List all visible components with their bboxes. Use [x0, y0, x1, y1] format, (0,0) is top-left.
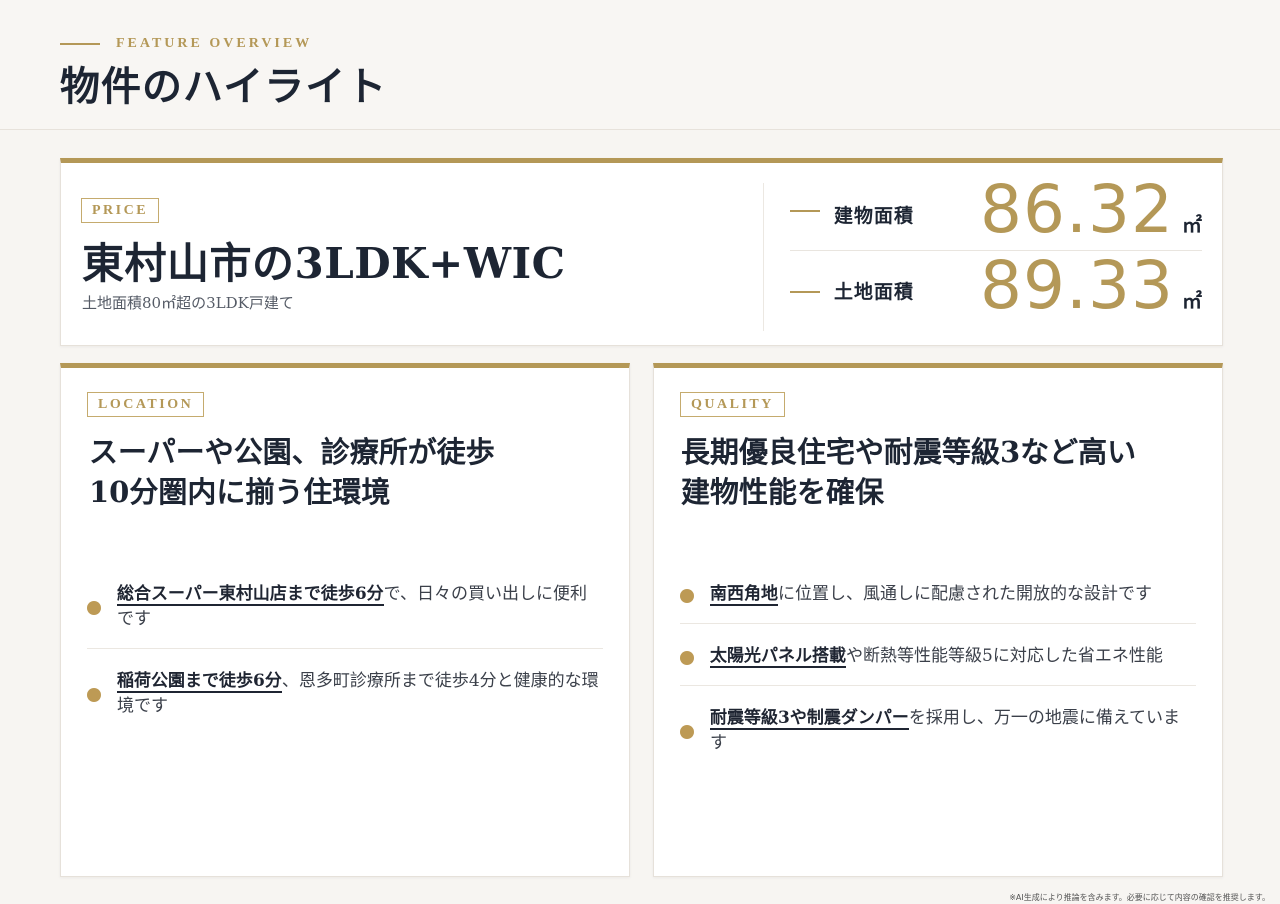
quality-card: QUALITY 長期優良住宅や耐震等級3など高い 建物性能を確保 南西角地に位置…: [653, 363, 1223, 877]
disclaimer-footnote: ※AI生成により推論を含みます。必要に応じて内容の確認を推奨します。: [1009, 893, 1270, 902]
building-area-value: 86.32: [980, 171, 1174, 248]
quality-title-line2: 建物性能を確保: [681, 475, 885, 509]
section-eyebrow: FEATURE OVERVIEW: [60, 36, 312, 52]
location-points: 総合スーパー東村山店まで徒歩6分で、日々の買い出しに便利です 稲荷公園まで徒歩6…: [87, 574, 603, 747]
price-tag: PRICE: [81, 198, 160, 223]
point-rest: や断熱等性能等級5に対応した省エネ性能: [846, 646, 1163, 666]
location-title-line1: スーパーや公園、診療所が徒歩: [89, 435, 495, 469]
point-highlight: 南西角地: [710, 584, 778, 606]
price-card: PRICE 東村山市の3LDK+WIC 土地面積80㎡超の3LDK戸建て 建物面…: [60, 158, 1223, 346]
point-highlight: 総合スーパー東村山店まで徒歩6分: [117, 584, 384, 606]
list-item: 耐震等級3や制震ダンパーを採用し、万一の地震に備えています: [680, 698, 1196, 772]
building-area-label: 建物面積: [834, 205, 915, 227]
list-item: 太陽光パネル搭載や断熱等性能等級5に対応した省エネ性能: [680, 636, 1196, 686]
point-highlight: 太陽光パネル搭載: [710, 646, 846, 668]
building-area-unit: ㎡: [1182, 213, 1202, 237]
page-header: FEATURE OVERVIEW 物件のハイライト: [0, 0, 1280, 130]
land-area-label: 土地面積: [834, 281, 915, 303]
point-text: 稲荷公園まで徒歩6分、恩多町診療所まで徒歩4分と健康的な環境です: [117, 669, 603, 719]
location-title: スーパーや公園、診療所が徒歩 10分圏内に揃う住環境: [89, 432, 609, 512]
point-highlight: 耐震等級3や制震ダンパー: [710, 708, 909, 730]
eyebrow-text: FEATURE OVERVIEW: [116, 36, 313, 51]
point-text: 太陽光パネル搭載や断熱等性能等級5に対応した省エネ性能: [710, 644, 1163, 669]
metric-dash: [790, 291, 820, 293]
quality-points: 南西角地に位置し、風通しに配慮された開放的な設計です 太陽光パネル搭載や断熱等性…: [680, 574, 1196, 784]
property-subtitle: 土地面積80㎡超の3LDK戸建て: [82, 294, 294, 312]
bullet-icon: [87, 601, 101, 615]
land-area-unit: ㎡: [1182, 289, 1202, 313]
list-item: 南西角地に位置し、風通しに配慮された開放的な設計です: [680, 574, 1196, 624]
location-card: LOCATION スーパーや公園、診療所が徒歩 10分圏内に揃う住環境 総合スー…: [60, 363, 630, 877]
point-highlight: 稲荷公園まで徒歩6分: [117, 671, 282, 693]
bullet-icon: [680, 588, 694, 603]
quality-tag: QUALITY: [680, 392, 785, 417]
metric-dash: [790, 209, 820, 212]
location-tag: LOCATION: [87, 392, 205, 417]
list-item: 総合スーパー東村山店まで徒歩6分で、日々の買い出しに便利です: [87, 574, 603, 649]
point-text: 耐震等級3や制震ダンパーを採用し、万一の地震に備えています: [710, 706, 1196, 756]
quality-title: 長期優良住宅や耐震等級3など高い 建物性能を確保: [681, 432, 1201, 512]
location-title-line2: 10分圏内に揃う住環境: [89, 475, 391, 509]
bullet-icon: [87, 688, 101, 702]
point-text: 南西角地に位置し、風通しに配慮された開放的な設計です: [710, 582, 1152, 607]
quality-title-line1: 長期優良住宅や耐震等級3など高い: [681, 435, 1137, 469]
bullet-icon: [680, 650, 694, 665]
hero-divider: [763, 183, 764, 331]
land-area-metric: 土地面積 89.33 ㎡: [790, 247, 1202, 335]
list-item: 稲荷公園まで徒歩6分、恩多町診療所まで徒歩4分と健康的な環境です: [87, 661, 603, 735]
point-text: 総合スーパー東村山店まで徒歩6分で、日々の買い出しに便利です: [117, 582, 603, 632]
property-title: 東村山市の3LDK+WIC: [82, 239, 566, 288]
bullet-icon: [680, 725, 694, 739]
eyebrow-line: [60, 43, 100, 45]
page-title: 物件のハイライト: [60, 63, 388, 110]
land-area-value: 89.33: [980, 247, 1174, 324]
building-area-metric: 建物面積 86.32 ㎡: [790, 171, 1202, 251]
point-rest: に位置し、風通しに配慮された開放的な設計です: [778, 584, 1152, 604]
